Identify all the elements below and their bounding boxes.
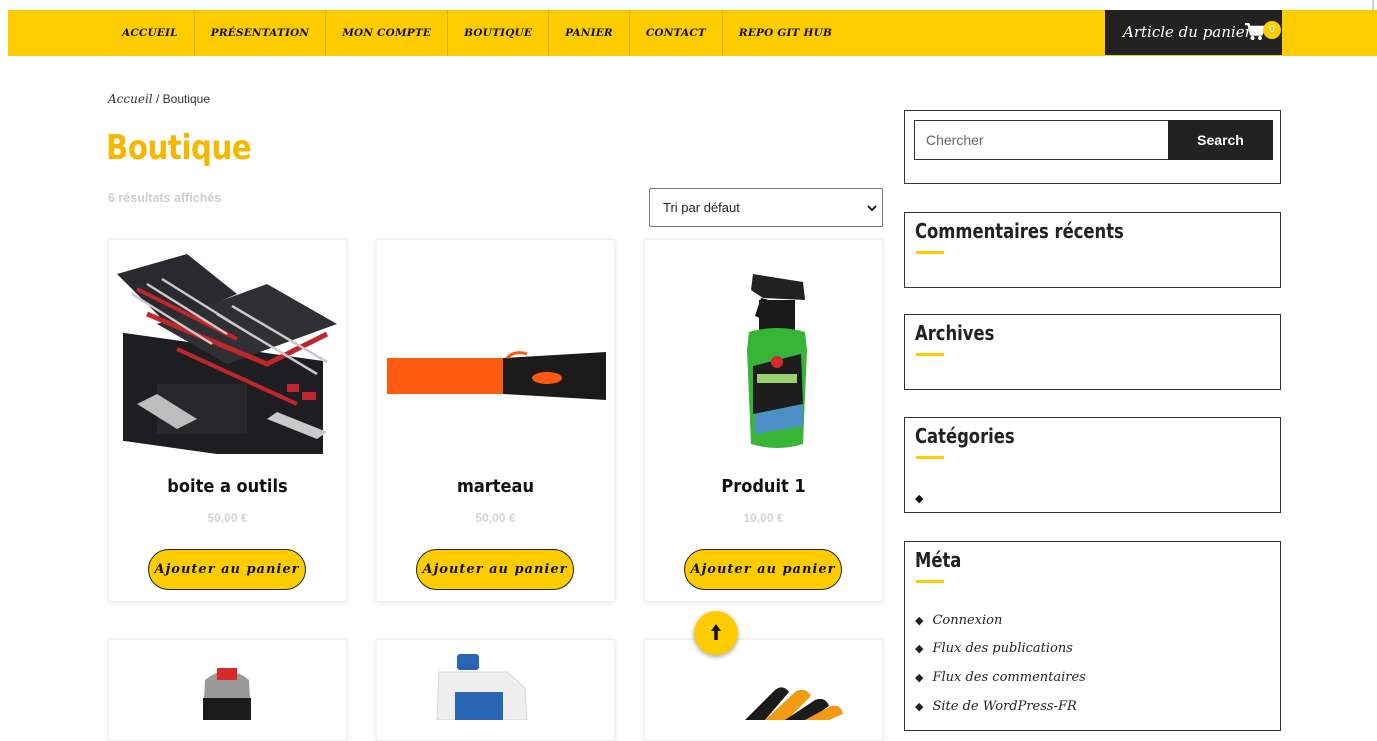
bullet-icon: ◆ [915,614,924,627]
title-underline [916,456,944,459]
nav-item-accueil[interactable]: Accueil [106,10,195,56]
recent-comments-widget: Commentaires récents [904,212,1281,288]
widget-title: Catégories [915,424,1015,448]
sort-select[interactable]: Tri par défaut [649,188,883,227]
product-price: 50,00 € [475,511,516,525]
archives-widget: Archives [904,314,1281,390]
breadcrumb: Accueil / Boutique [108,92,210,106]
product-image-screwdrivers[interactable] [645,640,882,720]
category-bullet-icon: ◆ [915,493,924,505]
bullet-icon: ◆ [915,642,924,655]
product-image-spray-bottle[interactable] [653,254,874,454]
product-price: 50,00 € [207,511,248,525]
product-image-spray-can[interactable] [109,640,346,720]
chevron-down-icon [867,205,877,212]
meta-link-connexion[interactable]: ◆ Connexion [915,613,1002,628]
meta-link-label[interactable]: Flux des commentaires [932,670,1085,685]
categories-widget: Catégories ◆ [904,417,1281,513]
meta-link-flux-publications[interactable]: ◆ Flux des publications [915,641,1073,656]
product-card-marteau: marteau 50,00 € Ajouter au panier [376,239,615,602]
breadcrumb-separator: / [155,92,160,106]
meta-link-label[interactable]: Connexion [932,613,1002,628]
title-underline [916,580,944,583]
title-underline [916,251,944,254]
product-name[interactable]: Produit 1 [657,476,870,497]
meta-widget: Méta ◆ Connexion ◆ Flux des publications ◆… [904,541,1281,731]
cart-count-badge: 0 [1263,21,1281,39]
product-card-screwdrivers [644,639,883,741]
add-to-cart-button[interactable]: Ajouter au panier [148,549,306,590]
cart-label: Article du panier [1123,23,1252,41]
product-price: 10,00 € [743,511,784,525]
cart-icon [1245,23,1265,40]
product-card-spray [108,639,347,741]
product-name[interactable]: boite a outils [121,476,334,497]
meta-link-wordpress-fr[interactable]: ◆ Site de WordPress-FR [915,699,1077,714]
search-input[interactable]: Chercher [914,120,1169,160]
product-image-jerrycan[interactable] [377,640,614,720]
arrow-up-icon [711,624,721,640]
title-underline [916,353,944,356]
nav-item-repo-git-hub[interactable]: Repo git hub [723,10,848,56]
search-widget: Chercher Search [904,110,1281,184]
breadcrumb-current: Boutique [162,92,211,106]
nav-item-presentation[interactable]: Présentation [195,10,327,56]
meta-link-label[interactable]: Site de WordPress-FR [932,699,1076,714]
nav-item-boutique[interactable]: Boutique [448,10,550,56]
search-button[interactable]: Search [1168,120,1273,160]
product-card-produit-1: Produit 1 10,00 € Ajouter au panier [644,239,883,602]
widget-title: Archives [915,321,995,345]
sort-select-value: Tri par défaut [663,200,740,215]
product-image-hammer[interactable] [385,254,606,454]
main-menu: Accueil Présentation Mon compte Boutique… [106,10,848,56]
product-card-jerrycan [376,639,615,741]
nav-item-panier[interactable]: Panier [549,10,630,56]
cart-button[interactable]: Article du panier 0 [1105,10,1282,55]
bullet-icon: ◆ [915,700,924,713]
result-count: 6 résultats affichés [108,191,222,205]
widget-title: Commentaires récents [915,219,1124,243]
product-card-boite-a-outils: boite a outils 50,00 € Ajouter au panier [108,239,347,602]
meta-link-flux-commentaires[interactable]: ◆ Flux des commentaires [915,670,1086,685]
widget-title: Méta [915,548,962,572]
add-to-cart-button[interactable]: Ajouter au panier [684,549,842,590]
bullet-icon: ◆ [915,671,924,684]
breadcrumb-home-link[interactable]: Accueil [108,92,153,106]
add-to-cart-button[interactable]: Ajouter au panier [416,549,574,590]
product-image-toolbox[interactable] [117,254,338,454]
scroll-to-top-button[interactable] [694,611,738,655]
product-name[interactable]: marteau [389,476,602,497]
page-title: Boutique [106,128,252,168]
nav-item-mon-compte[interactable]: Mon compte [326,10,449,56]
meta-link-label[interactable]: Flux des publications [932,641,1072,656]
nav-item-contact[interactable]: Contact [630,10,723,56]
